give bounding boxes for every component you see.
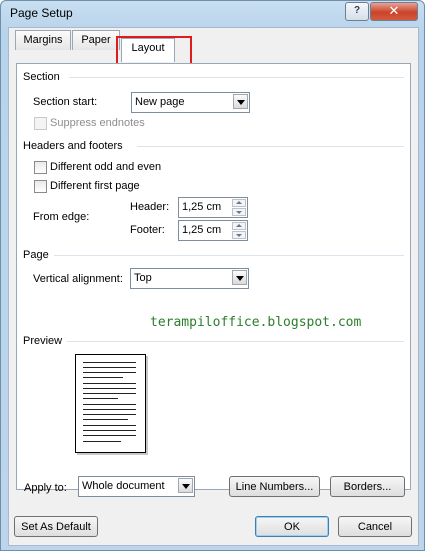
from-edge-label: From edge: [33, 211, 90, 223]
dialog-body: Margins Paper Layout Section Section sta… [8, 27, 419, 546]
set-as-default-button[interactable]: Set As Default [14, 516, 98, 537]
header-label: Header: [130, 201, 170, 213]
chevron-down-icon[interactable] [232, 270, 247, 285]
help-button[interactable]: ? [345, 2, 369, 21]
page-heading: Page [23, 249, 49, 261]
headers-footers-divider [137, 146, 404, 147]
watermark-text: terampiloffice.blogspot.com [150, 315, 362, 330]
title-bar[interactable]: Page Setup ? ✕ [1, 1, 424, 25]
section-start-label: Section start: [33, 96, 98, 108]
section-start-value: New page [135, 96, 185, 108]
apply-to-value: Whole document [82, 480, 165, 492]
apply-to-dropdown[interactable]: Whole document [78, 476, 195, 497]
page-divider [54, 255, 404, 256]
preview-heading: Preview [23, 335, 63, 347]
footer-distance-value: 1,25 cm [182, 224, 222, 236]
apply-to-label: Apply to: [24, 482, 67, 494]
spin-up-icon[interactable] [232, 199, 246, 207]
borders-button[interactable]: Borders... [330, 476, 405, 497]
section-heading: Section [23, 71, 60, 83]
header-distance-value: 1,25 cm [182, 201, 222, 213]
footer-label: Footer: [130, 224, 165, 236]
chevron-down-icon[interactable] [178, 478, 193, 493]
tab-margins[interactable]: Margins [15, 30, 71, 50]
preview-page [75, 354, 146, 453]
footer-distance-stepper[interactable]: 1,25 cm [178, 220, 248, 241]
spin-up-icon[interactable] [232, 222, 246, 230]
header-distance-stepper[interactable]: 1,25 cm [178, 197, 248, 218]
suppress-endnotes-checkbox[interactable] [34, 117, 47, 130]
vertical-alignment-value: Top [134, 272, 152, 284]
dialog-title: Page Setup [10, 6, 73, 20]
vertical-alignment-dropdown[interactable]: Top [130, 268, 249, 289]
tab-layout[interactable]: Layout [121, 38, 175, 62]
suppress-endnotes-label: Suppress endnotes [50, 117, 145, 129]
line-numbers-button[interactable]: Line Numbers... [229, 476, 320, 497]
section-start-dropdown[interactable]: New page [131, 92, 250, 113]
page-setup-dialog: Page Setup ? ✕ Margins Paper Layout Sect… [0, 0, 425, 551]
different-first-page-label: Different first page [50, 180, 140, 192]
ok-button[interactable]: OK [255, 516, 329, 537]
layout-tab-panel: Section Section start: New page Suppress… [16, 63, 411, 497]
section-divider [69, 77, 404, 78]
different-first-page-checkbox[interactable] [34, 180, 47, 193]
chevron-down-icon[interactable] [233, 94, 248, 109]
tab-paper[interactable]: Paper [72, 30, 120, 50]
close-button[interactable]: ✕ [370, 2, 418, 21]
headers-footers-heading: Headers and footers [23, 140, 123, 152]
vertical-alignment-label: Vertical alignment: [33, 273, 123, 285]
spin-down-icon[interactable] [232, 231, 246, 239]
cancel-button[interactable]: Cancel [338, 516, 412, 537]
preview-divider [67, 341, 404, 342]
different-odd-even-label: Different odd and even [50, 161, 162, 173]
spin-down-icon[interactable] [232, 208, 246, 216]
different-odd-even-checkbox[interactable] [34, 161, 47, 174]
